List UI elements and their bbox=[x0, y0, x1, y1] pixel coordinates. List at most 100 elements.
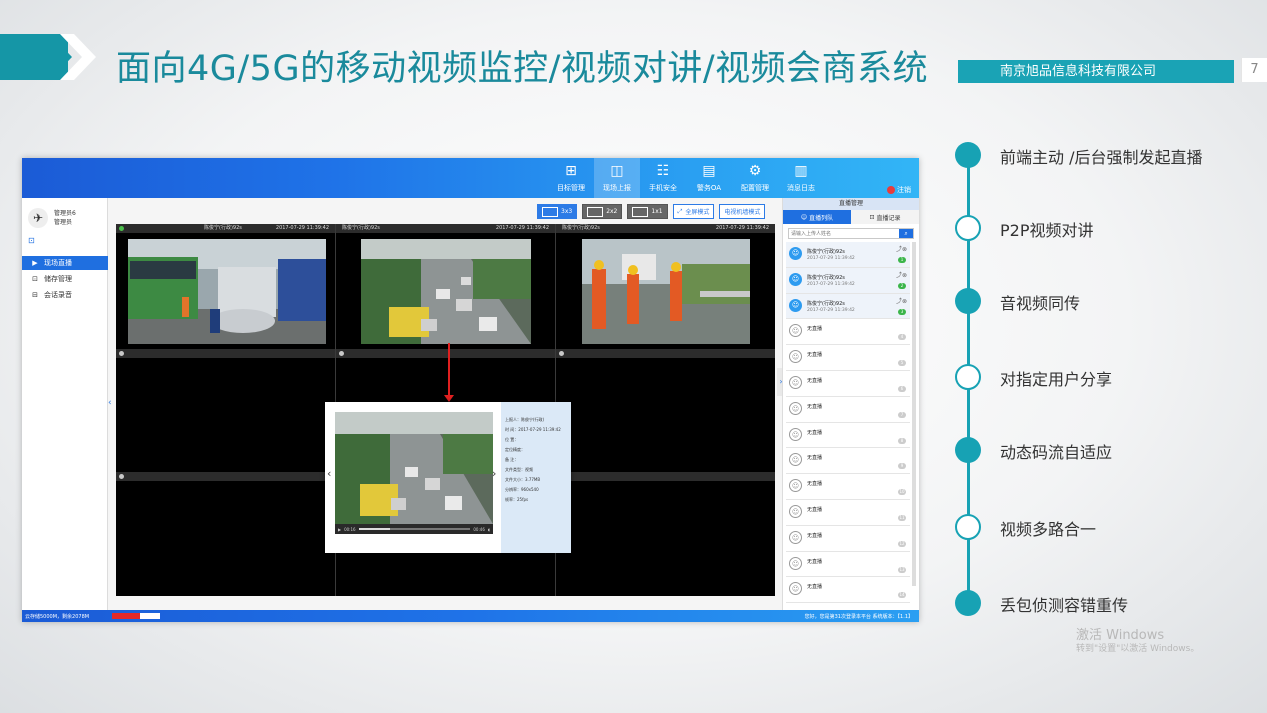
close-icon[interactable]: ⊗ bbox=[902, 298, 907, 305]
info-line: 分辨率：960x540 bbox=[505, 487, 539, 492]
user-icon: ☺ bbox=[789, 247, 802, 260]
list-item[interactable]: ☺ 无直播 4 bbox=[786, 319, 910, 346]
list-item[interactable]: ☺ 无直播 14 bbox=[786, 577, 910, 604]
video-feed-1[interactable] bbox=[128, 239, 326, 344]
item-actions: ⤴⊗ bbox=[896, 270, 907, 279]
panel-tabs: ☺ 直播列队 ⊡ 直播记录 bbox=[783, 210, 919, 224]
timeline-label: 动态码流自适应 bbox=[1000, 443, 1113, 462]
video-cell-header: 陈俊宁(行政)92s 2017-07-29 11:39:42 bbox=[116, 224, 335, 233]
sidebar-collapse-toggle[interactable]: ‹ bbox=[108, 398, 114, 408]
tab-live-queue[interactable]: ☺ 直播列队 bbox=[783, 210, 851, 224]
video-feed-3[interactable] bbox=[582, 239, 750, 344]
tv-wall-button[interactable]: 电视机墙模式 bbox=[719, 204, 766, 219]
search-input[interactable] bbox=[789, 229, 899, 238]
sidebar-item-record[interactable]: ⊟ 会话录音 bbox=[22, 288, 108, 302]
timeline-node bbox=[955, 437, 981, 463]
info-line: 文件类型：视频 bbox=[505, 467, 533, 472]
video-feed-2[interactable] bbox=[361, 239, 531, 344]
fullscreen-button[interactable]: ⤢ 全屏模式 bbox=[672, 204, 715, 219]
timeline-label: 丢包侦测容错重传 bbox=[1000, 596, 1129, 615]
list-item[interactable]: ☺ 陈俊宁(行政)92s 2017-07-29 11:39:42 ⤴⊗ 3 bbox=[786, 293, 910, 320]
seek-progress bbox=[358, 528, 390, 530]
storage-icon: ⊡ bbox=[32, 275, 38, 283]
user-icon: ☺ bbox=[789, 375, 802, 389]
tab-live-record[interactable]: ⊡ 直播记录 bbox=[851, 210, 919, 224]
user-icon: ☺ bbox=[789, 298, 802, 312]
list-item[interactable]: ☺ 无直播 5 bbox=[786, 345, 910, 371]
record-icon: ⊟ bbox=[32, 291, 38, 299]
video-cell-header bbox=[116, 349, 335, 358]
nav-message-log[interactable]: ▥ 消息日志 bbox=[778, 158, 824, 198]
popup-video[interactable] bbox=[335, 412, 493, 534]
top-nav: ⊞ 目标管理 ◫ 现场上报 ☷ 手机安全 ▤ 警务OA ⚙ 配置管理 ▥ 消息日… bbox=[548, 158, 824, 198]
list-item-name: 无直播 bbox=[807, 506, 823, 513]
status-badge: 4 bbox=[898, 334, 906, 341]
play-icon[interactable]: ▶ bbox=[338, 527, 341, 532]
storage-bar bbox=[112, 613, 160, 619]
gear-icon: ⚙ bbox=[748, 163, 762, 179]
layout-1x1-button[interactable]: 1x1 bbox=[627, 204, 668, 219]
prev-arrow-icon[interactable]: ‹ bbox=[327, 467, 331, 480]
list-item[interactable]: ☺ 陈俊宁(行政)92s 2017-07-29 11:39:42 ⤴⊗ 2 bbox=[786, 267, 910, 294]
list-item[interactable]: ☺ 无直播 6 bbox=[786, 371, 910, 397]
list-item[interactable]: ☺ 陈俊宁(行政)92s 2017-07-29 11:39:42 ⤴⊗ 1 bbox=[786, 242, 910, 268]
list-item-name: 无直播 bbox=[807, 403, 823, 410]
layout-toolbar: 3x3 2x2 1x1 ⤢ 全屏模式 电视机墙模式 bbox=[537, 204, 766, 219]
search-icon[interactable]: ⌕ bbox=[899, 229, 913, 238]
status-badge: 13 bbox=[898, 566, 906, 573]
timeline-node bbox=[955, 215, 981, 241]
sidebar-item-storage[interactable]: ⊡ 储存管理 bbox=[22, 272, 108, 286]
popup-info-panel: 上报人：陈俊宁(行政) 时 间：2017-07-29 11:39:42 位 置： 定位… bbox=[501, 402, 571, 553]
status-badge: 1 bbox=[898, 257, 906, 263]
grid-2x2-icon bbox=[587, 206, 604, 217]
message-log-icon: ▥ bbox=[794, 163, 808, 179]
video-cell-header bbox=[556, 349, 775, 358]
status-badge: 11 bbox=[898, 514, 906, 521]
list-item[interactable]: ☺ 无直播 12 bbox=[786, 526, 910, 552]
user-icon: ☺ bbox=[789, 453, 802, 467]
list-item[interactable]: ☺ 无直播 7 bbox=[786, 397, 910, 423]
list-item[interactable]: ☺ 无直播 8 bbox=[786, 423, 910, 449]
seek-bar[interactable] bbox=[358, 528, 471, 530]
user-icon: ☺ bbox=[789, 504, 802, 518]
list-item[interactable]: ☺ 无直播 13 bbox=[786, 552, 910, 578]
video-cell-header bbox=[556, 472, 775, 481]
side-menu: ▶ 现场直播 ⊡ 储存管理 ⊟ 会话录音 bbox=[22, 256, 108, 304]
status-badge: 5 bbox=[898, 360, 906, 367]
offline-dot bbox=[119, 474, 124, 479]
list-item-name: 陈俊宁(行政)92s bbox=[807, 249, 845, 255]
item-actions: ⤴⊗ bbox=[896, 296, 907, 305]
timeline-node bbox=[955, 364, 981, 390]
user-name: 管理员6 bbox=[54, 210, 76, 217]
logout-button[interactable]: 注销 bbox=[887, 185, 911, 195]
slide-title: 面向4G/5G的移动视频监控/视频对讲/视频会商系统 bbox=[116, 49, 929, 89]
next-arrow-icon[interactable]: › bbox=[492, 467, 496, 480]
list-item[interactable]: ☺ 无直播 11 bbox=[786, 500, 910, 526]
sidebar-item-live[interactable]: ▶ 现场直播 bbox=[22, 256, 108, 270]
offline-dot bbox=[339, 351, 344, 356]
nav-police-oa[interactable]: ▤ 警务OA bbox=[686, 158, 732, 198]
nav-phone-security[interactable]: ☷ 手机安全 bbox=[640, 158, 686, 198]
app-screenshot: ⊞ 目标管理 ◫ 现场上报 ☷ 手机安全 ▤ 警务OA ⚙ 配置管理 ▥ 消息日… bbox=[22, 158, 919, 622]
phone-doc-icon: ☷ bbox=[656, 163, 670, 179]
volume-icon[interactable]: ◖ bbox=[488, 527, 490, 532]
nav-field-report[interactable]: ◫ 现场上报 bbox=[594, 158, 640, 198]
nav-target-management[interactable]: ⊞ 目标管理 bbox=[548, 158, 594, 198]
timeline-label: 对指定用户分享 bbox=[1000, 370, 1113, 389]
list-item[interactable]: ☺ 无直播 9 bbox=[786, 448, 910, 475]
user-icon: ☺ bbox=[789, 556, 802, 570]
layout-3x3-button[interactable]: 3x3 bbox=[537, 204, 578, 219]
close-icon[interactable]: ⊗ bbox=[902, 246, 907, 253]
item-actions: ⤴⊗ bbox=[896, 244, 907, 253]
close-icon[interactable]: ⊗ bbox=[902, 272, 907, 279]
layout-2x2-button[interactable]: 2x2 bbox=[582, 204, 623, 219]
video-cell-header: 陈俊宁(行政)92s 2017-07-29 11:39:42 bbox=[336, 224, 555, 233]
user-icon: ☺ bbox=[789, 530, 802, 544]
list-item-name: 无直播 bbox=[807, 455, 823, 462]
scrollbar[interactable] bbox=[912, 242, 916, 586]
timeline-label: 前端主动 /后台强制发起直播 bbox=[1000, 148, 1203, 167]
list-item[interactable]: ☺ 无直播 10 bbox=[786, 474, 910, 500]
offline-dot bbox=[559, 351, 564, 356]
nav-config[interactable]: ⚙ 配置管理 bbox=[732, 158, 778, 198]
user-settings-icon[interactable]: ⊡ bbox=[28, 236, 35, 245]
